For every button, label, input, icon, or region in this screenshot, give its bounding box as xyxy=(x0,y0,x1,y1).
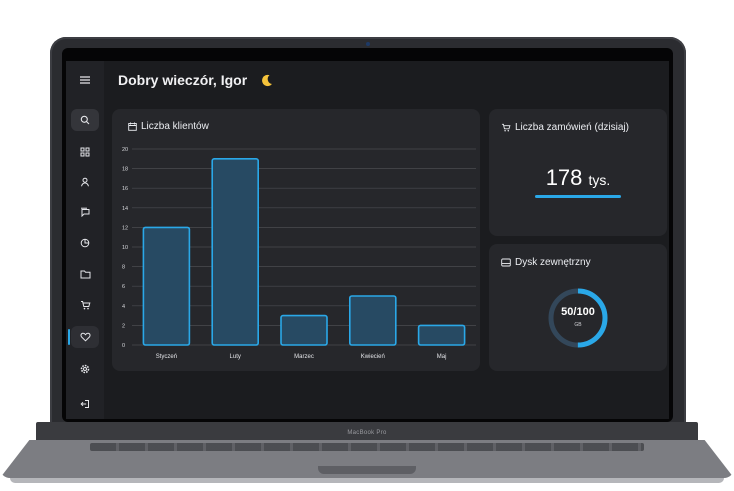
settings-icon xyxy=(80,364,90,374)
sidebar-item-settings[interactable] xyxy=(71,358,99,380)
orders-card-title-text: Liczba zamówień (dzisiaj) xyxy=(515,122,629,133)
logout-icon xyxy=(80,400,89,408)
orders-card: Liczba zamówień (dzisiaj) 178 tys. xyxy=(489,109,667,236)
sidebar xyxy=(66,61,104,419)
orders-underline xyxy=(535,195,621,198)
sidebar-item-users[interactable] xyxy=(71,171,99,193)
user-icon xyxy=(81,177,89,187)
clients-bar-chart: 0 2 4 6 8 10 12 14 16 18 20 Styczeń Luty Marzec Kwieci… xyxy=(122,147,476,360)
sidebar-item-shop[interactable] xyxy=(71,294,99,316)
webcam xyxy=(366,42,370,46)
y-tick-label: 10 xyxy=(122,245,128,251)
bar-Maj[interactable] xyxy=(417,324,466,346)
keyboard-row xyxy=(90,443,644,451)
grid-icon xyxy=(80,147,90,157)
sidebar-item-files[interactable] xyxy=(71,263,99,285)
orders-card-title: Liczba zamówień (dzisiaj) xyxy=(501,122,629,133)
cart-icon xyxy=(501,123,511,132)
y-tick-label: 18 xyxy=(122,167,128,173)
x-tick-label: Styczeń xyxy=(156,354,177,360)
y-tick-label: 4 xyxy=(122,304,125,310)
clients-card: Liczba klientów 0 2 4 6 8 10 12 14 16 18 20 Styczeń… xyxy=(112,109,480,371)
moon-icon xyxy=(262,74,272,87)
folder-icon xyxy=(80,270,90,279)
x-tick-label: Luty xyxy=(230,354,241,360)
pie-chart-icon xyxy=(80,238,90,248)
menu-button[interactable] xyxy=(71,69,99,91)
orders-unit: tys. xyxy=(588,172,611,188)
sidebar-item-dashboard[interactable] xyxy=(71,141,99,163)
y-tick-label: 16 xyxy=(122,186,128,192)
page-greeting: Dobry wieczór, Igor xyxy=(118,72,248,88)
cart-icon xyxy=(80,301,90,310)
selected-indicator xyxy=(68,329,70,345)
bar-Marzec[interactable] xyxy=(280,314,328,346)
orders-number: 178 xyxy=(545,165,583,190)
sidebar-item-search[interactable] xyxy=(71,109,99,131)
y-tick-label: 20 xyxy=(122,147,128,153)
laptop-foot xyxy=(10,478,724,483)
chat-icon xyxy=(81,207,90,217)
disk-card: Dysk zewnętrzny 50/100 GB xyxy=(489,244,667,371)
y-tick-label: 8 xyxy=(122,265,125,271)
y-tick-label: 14 xyxy=(122,206,128,212)
y-tick-label: 12 xyxy=(122,225,128,231)
search-icon xyxy=(80,115,90,125)
bar-Kwiecień[interactable] xyxy=(349,295,397,346)
heart-icon xyxy=(79,332,91,342)
x-tick-label: Kwiecień xyxy=(361,354,385,360)
y-tick-label: 0 xyxy=(122,343,125,349)
y-tick-label: 2 xyxy=(122,323,125,329)
x-tick-label: Marzec xyxy=(294,354,314,360)
bar-Luty[interactable] xyxy=(211,157,259,346)
menu-icon xyxy=(80,76,90,84)
disk-usage-unit: GB xyxy=(574,322,582,328)
y-tick-label: 6 xyxy=(122,284,125,290)
trackpad-notch xyxy=(318,466,416,474)
sidebar-item-reports[interactable] xyxy=(71,232,99,254)
x-tick-label: Maj xyxy=(437,354,447,360)
sidebar-item-favorites[interactable] xyxy=(71,326,99,348)
sidebar-item-messages[interactable] xyxy=(71,201,99,223)
orders-value: 178 tys. xyxy=(489,165,667,191)
dashboard-screen: Dobry wieczór, Igor Liczba klientów 0246… xyxy=(66,61,669,419)
disk-usage-value: 50/100 xyxy=(561,306,595,318)
logout-button[interactable] xyxy=(71,393,99,415)
bar-Styczeń[interactable] xyxy=(142,226,191,346)
brand-label: MacBook Pro xyxy=(347,430,387,436)
